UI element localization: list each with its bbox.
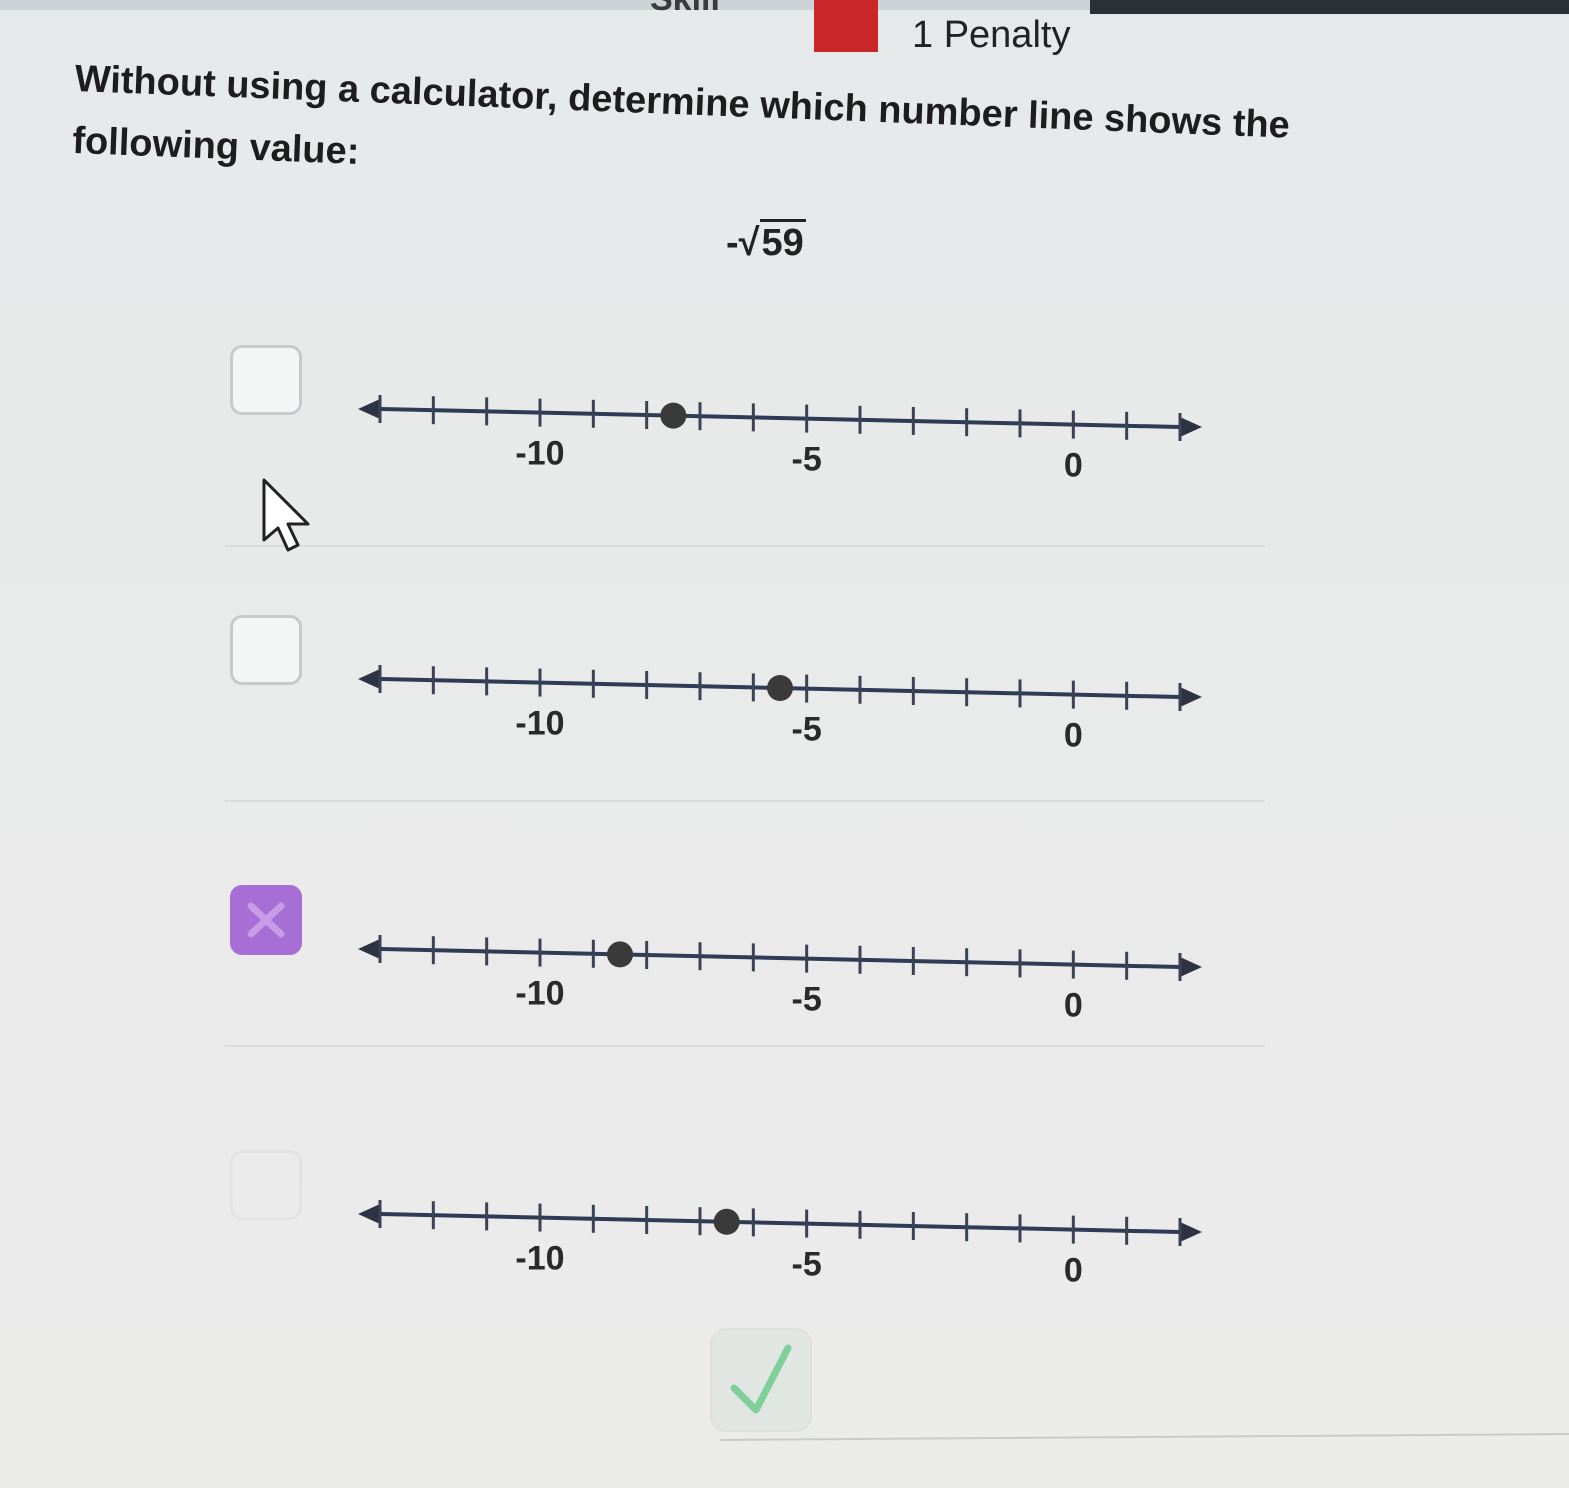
plotted-point [607,941,633,968]
mouse-cursor-icon [262,478,310,552]
right-arrow-icon [1180,417,1202,437]
answer-checkbox-3[interactable] [230,885,302,955]
submit-button[interactable] [712,1330,810,1430]
tick-label: -5 [792,981,822,1019]
tick-label: -10 [515,1240,564,1278]
tick-label: -10 [515,435,564,473]
footer-divider [720,1433,1569,1441]
checkmark-icon [730,1344,792,1414]
left-arrow-icon [358,939,380,959]
tick-label: -5 [792,1246,822,1284]
left-arrow-icon [358,1204,380,1224]
tick-label: -10 [515,705,564,743]
skill-label: Skill [650,0,720,19]
number-line-4: -10 -5 0 [358,1200,1202,1290]
tick-label: -5 [792,441,822,479]
answer-option-2[interactable]: -10 -5 0 [200,615,1280,835]
answer-checkbox-1[interactable] [230,345,302,415]
tick-label: -5 [792,711,822,749]
x-mark-icon [247,902,285,938]
penalty-indicator [814,0,878,52]
number-line-axis [379,407,1181,429]
answer-checkbox-4[interactable] [230,1150,302,1220]
option-divider [225,545,1265,547]
option-divider [225,1045,1265,1047]
answer-checkbox-2[interactable] [230,615,302,685]
number-line-2: -10 -5 0 [358,665,1202,755]
value-sign: - [726,222,739,264]
right-arrow-icon [1180,1222,1202,1242]
tick-label: 0 [1064,1252,1083,1290]
tick-label: 0 [1064,717,1083,755]
question-value: -√59 [726,219,806,265]
right-arrow-icon [1180,957,1202,977]
answer-option-1[interactable]: -10 -5 0 [200,345,1280,565]
question-prompt: Without using a calculator, determine wh… [71,57,1291,173]
left-arrow-icon [358,399,380,419]
plotted-point [767,675,793,701]
penalty-label: 1 Penalty [912,14,1071,56]
number-line-axis [379,947,1181,969]
tick-label: 0 [1064,447,1083,485]
right-arrow-icon [1180,687,1202,707]
number-line-1: -10 -5 0 [358,395,1202,485]
number-line-axis [379,1212,1181,1234]
tick-label: 0 [1064,987,1083,1025]
plotted-point [660,402,687,429]
tick-label: -10 [515,975,564,1013]
left-arrow-icon [358,669,380,689]
number-line-3: -10 -5 0 [358,935,1202,1025]
answer-option-3[interactable]: -10 -5 0 [200,885,1280,1105]
top-bar-dark-region [1090,0,1569,14]
radical-sign: √ [738,222,760,264]
plotted-point [713,1208,740,1235]
value-radicand: 59 [759,219,806,264]
option-divider [225,800,1265,802]
